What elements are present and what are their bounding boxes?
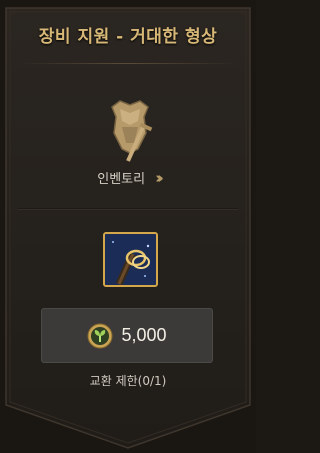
exchange-limit: 교환 제한(0/1) (89, 374, 167, 388)
price-amount: 5,000 (121, 325, 167, 345)
section-divider (18, 208, 238, 209)
exchange-card: 장비 지원 - 거대한 형상 인벤토리 ››› 5,000 교환 제한(0/1) (0, 0, 256, 453)
bracelet-item-icon (105, 234, 156, 285)
double-chevron-right-icon: ››› (155, 169, 163, 187)
price-box: 5,000 (41, 308, 213, 363)
title-divider (18, 63, 238, 64)
armor-sword-icon (98, 95, 162, 167)
inventory-label: 인벤토리 (97, 172, 146, 187)
item-slot[interactable] (103, 232, 158, 287)
inventory-link[interactable]: 인벤토리 ››› (0, 168, 256, 187)
leaf-coin-icon (87, 323, 113, 348)
card-title: 장비 지원 - 거대한 형상 (38, 27, 218, 47)
